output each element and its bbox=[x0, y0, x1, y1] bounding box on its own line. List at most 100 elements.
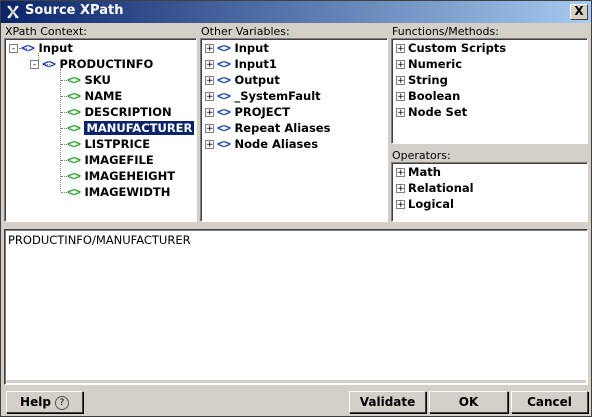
tree-node-label: SKU bbox=[84, 73, 111, 87]
tree-node-label: PRODUCTINFO bbox=[59, 57, 154, 71]
tree-node-input[interactable]: - <> Input bbox=[9, 40, 73, 56]
other-variables-label: Other Variables: bbox=[201, 25, 290, 38]
expand-icon[interactable]: + bbox=[396, 75, 405, 85]
element-node-icon: <> bbox=[217, 73, 231, 87]
tree-node-productinfo[interactable]: - <> PRODUCTINFO bbox=[30, 56, 153, 72]
tibco-logo-icon bbox=[7, 5, 19, 19]
tree-node-label: NAME bbox=[84, 89, 123, 103]
collapse-icon[interactable]: - bbox=[9, 43, 18, 53]
help-button[interactable]: Help? bbox=[6, 391, 83, 413]
function-category-label: Node Set bbox=[408, 105, 468, 119]
tree-node-label: LISTPRICE bbox=[84, 137, 151, 151]
other-variables-tree[interactable]: + <> Input + <> Input1 + <> Output + <> … bbox=[200, 38, 388, 222]
variable-item[interactable]: + <> _SystemFault bbox=[205, 88, 321, 104]
function-category-label: Numeric bbox=[408, 57, 463, 71]
tree-node-child[interactable]: <> LISTPRICE bbox=[67, 136, 150, 152]
variable-label: Input1 bbox=[234, 57, 277, 71]
expand-icon[interactable]: + bbox=[205, 75, 214, 85]
leaf-node-icon: <> bbox=[67, 137, 81, 151]
cancel-button[interactable]: Cancel bbox=[511, 391, 588, 413]
function-category[interactable]: + Boolean bbox=[396, 88, 460, 104]
operator-category-label: Logical bbox=[408, 197, 454, 211]
variable-label: Repeat Aliases bbox=[234, 121, 331, 135]
variable-item[interactable]: + <> PROJECT bbox=[205, 104, 290, 120]
tree-node-label: IMAGEFILE bbox=[84, 153, 154, 167]
operator-category[interactable]: + Math bbox=[396, 164, 441, 180]
variable-item[interactable]: + <> Node Aliases bbox=[205, 136, 318, 152]
leaf-node-icon: <> bbox=[67, 73, 81, 87]
leaf-node-icon: <> bbox=[67, 121, 81, 135]
expand-icon[interactable]: + bbox=[396, 43, 405, 53]
tree-node-label: MANUFACTURER bbox=[84, 121, 195, 135]
operator-category[interactable]: + Logical bbox=[396, 196, 454, 212]
element-node-icon: <> bbox=[217, 137, 231, 151]
variable-item[interactable]: + <> Output bbox=[205, 72, 280, 88]
tree-line bbox=[60, 69, 61, 191]
expand-icon[interactable]: + bbox=[205, 43, 214, 53]
xpath-expression-text[interactable]: PRODUCTINFO/MANUFACTURER bbox=[8, 233, 191, 247]
function-category-label: Boolean bbox=[408, 89, 461, 103]
variable-label: _SystemFault bbox=[234, 89, 321, 103]
expand-icon[interactable]: + bbox=[396, 59, 405, 69]
validate-button[interactable]: Validate bbox=[349, 391, 426, 413]
tree-node-label: IMAGEHEIGHT bbox=[84, 169, 176, 183]
help-button-label: Help bbox=[20, 395, 51, 409]
variable-item[interactable]: + <> Input1 bbox=[205, 56, 277, 72]
function-category[interactable]: + Node Set bbox=[396, 104, 467, 120]
expand-icon[interactable]: + bbox=[396, 183, 405, 193]
xpath-context-label: XPath Context: bbox=[5, 25, 87, 38]
variable-label: Input bbox=[234, 41, 269, 55]
expand-icon[interactable]: + bbox=[205, 107, 214, 117]
expand-icon[interactable]: + bbox=[205, 59, 214, 69]
help-icon: ? bbox=[54, 395, 69, 410]
variable-item[interactable]: + <> Input bbox=[205, 40, 269, 56]
expand-icon[interactable]: + bbox=[205, 91, 214, 101]
function-category-label: Custom Scripts bbox=[408, 41, 507, 55]
xpath-context-tree[interactable]: - <> Input - <> PRODUCTINFO <> SKU <> NA… bbox=[4, 38, 197, 222]
functions-tree[interactable]: + Custom Scripts + Numeric + String + Bo… bbox=[391, 38, 588, 144]
element-node-icon: <> bbox=[21, 41, 35, 55]
element-node-icon: <> bbox=[217, 89, 231, 103]
variable-item[interactable]: + <> Repeat Aliases bbox=[205, 120, 330, 136]
expand-icon[interactable]: + bbox=[205, 123, 214, 133]
window-title: Source XPath bbox=[25, 3, 124, 18]
expand-icon[interactable]: + bbox=[205, 139, 214, 149]
operators-tree[interactable]: + Math + Relational + Logical bbox=[391, 162, 588, 222]
operator-category-label: Relational bbox=[408, 181, 474, 195]
xpath-expression-editor[interactable]: PRODUCTINFO/MANUFACTURER bbox=[4, 229, 588, 385]
operator-category-label: Math bbox=[408, 165, 441, 179]
expand-icon[interactable]: + bbox=[396, 167, 405, 177]
element-node-icon: <> bbox=[42, 57, 56, 71]
close-button[interactable]: X bbox=[570, 4, 588, 20]
leaf-node-icon: <> bbox=[67, 89, 81, 103]
tree-node-child[interactable]: <> IMAGEFILE bbox=[67, 152, 154, 168]
tree-node-child[interactable]: <> NAME bbox=[67, 88, 122, 104]
variable-label: PROJECT bbox=[234, 105, 290, 119]
tree-node-child[interactable]: <> DESCRIPTION bbox=[67, 104, 172, 120]
operators-label: Operators: bbox=[392, 149, 451, 162]
functions-label: Functions/Methods: bbox=[392, 25, 499, 38]
leaf-node-icon: <> bbox=[67, 105, 81, 119]
expand-icon[interactable]: + bbox=[396, 91, 405, 101]
expand-icon[interactable]: + bbox=[396, 199, 405, 209]
operator-category[interactable]: + Relational bbox=[396, 180, 474, 196]
leaf-node-icon: <> bbox=[67, 169, 81, 183]
function-category[interactable]: + Numeric bbox=[396, 56, 462, 72]
title-bar[interactable]: Source XPath X bbox=[1, 1, 591, 23]
tree-node-child-selected[interactable]: <> MANUFACTURER bbox=[67, 120, 195, 136]
tree-node-child[interactable]: <> IMAGEWIDTH bbox=[67, 184, 170, 200]
editor-scrollbar[interactable] bbox=[6, 380, 586, 383]
function-category-label: String bbox=[408, 73, 448, 87]
element-node-icon: <> bbox=[217, 121, 231, 135]
ok-button[interactable]: OK bbox=[429, 391, 508, 413]
function-category[interactable]: + String bbox=[396, 72, 448, 88]
tree-node-label: Input bbox=[38, 41, 73, 55]
leaf-node-icon: <> bbox=[67, 153, 81, 167]
tree-node-child[interactable]: <> IMAGEHEIGHT bbox=[67, 168, 175, 184]
expand-icon[interactable]: + bbox=[396, 107, 405, 117]
function-category[interactable]: + Custom Scripts bbox=[396, 40, 506, 56]
tree-node-child[interactable]: <> SKU bbox=[67, 72, 111, 88]
element-node-icon: <> bbox=[217, 57, 231, 71]
tree-node-label: DESCRIPTION bbox=[84, 105, 172, 119]
collapse-icon[interactable]: - bbox=[30, 59, 39, 69]
